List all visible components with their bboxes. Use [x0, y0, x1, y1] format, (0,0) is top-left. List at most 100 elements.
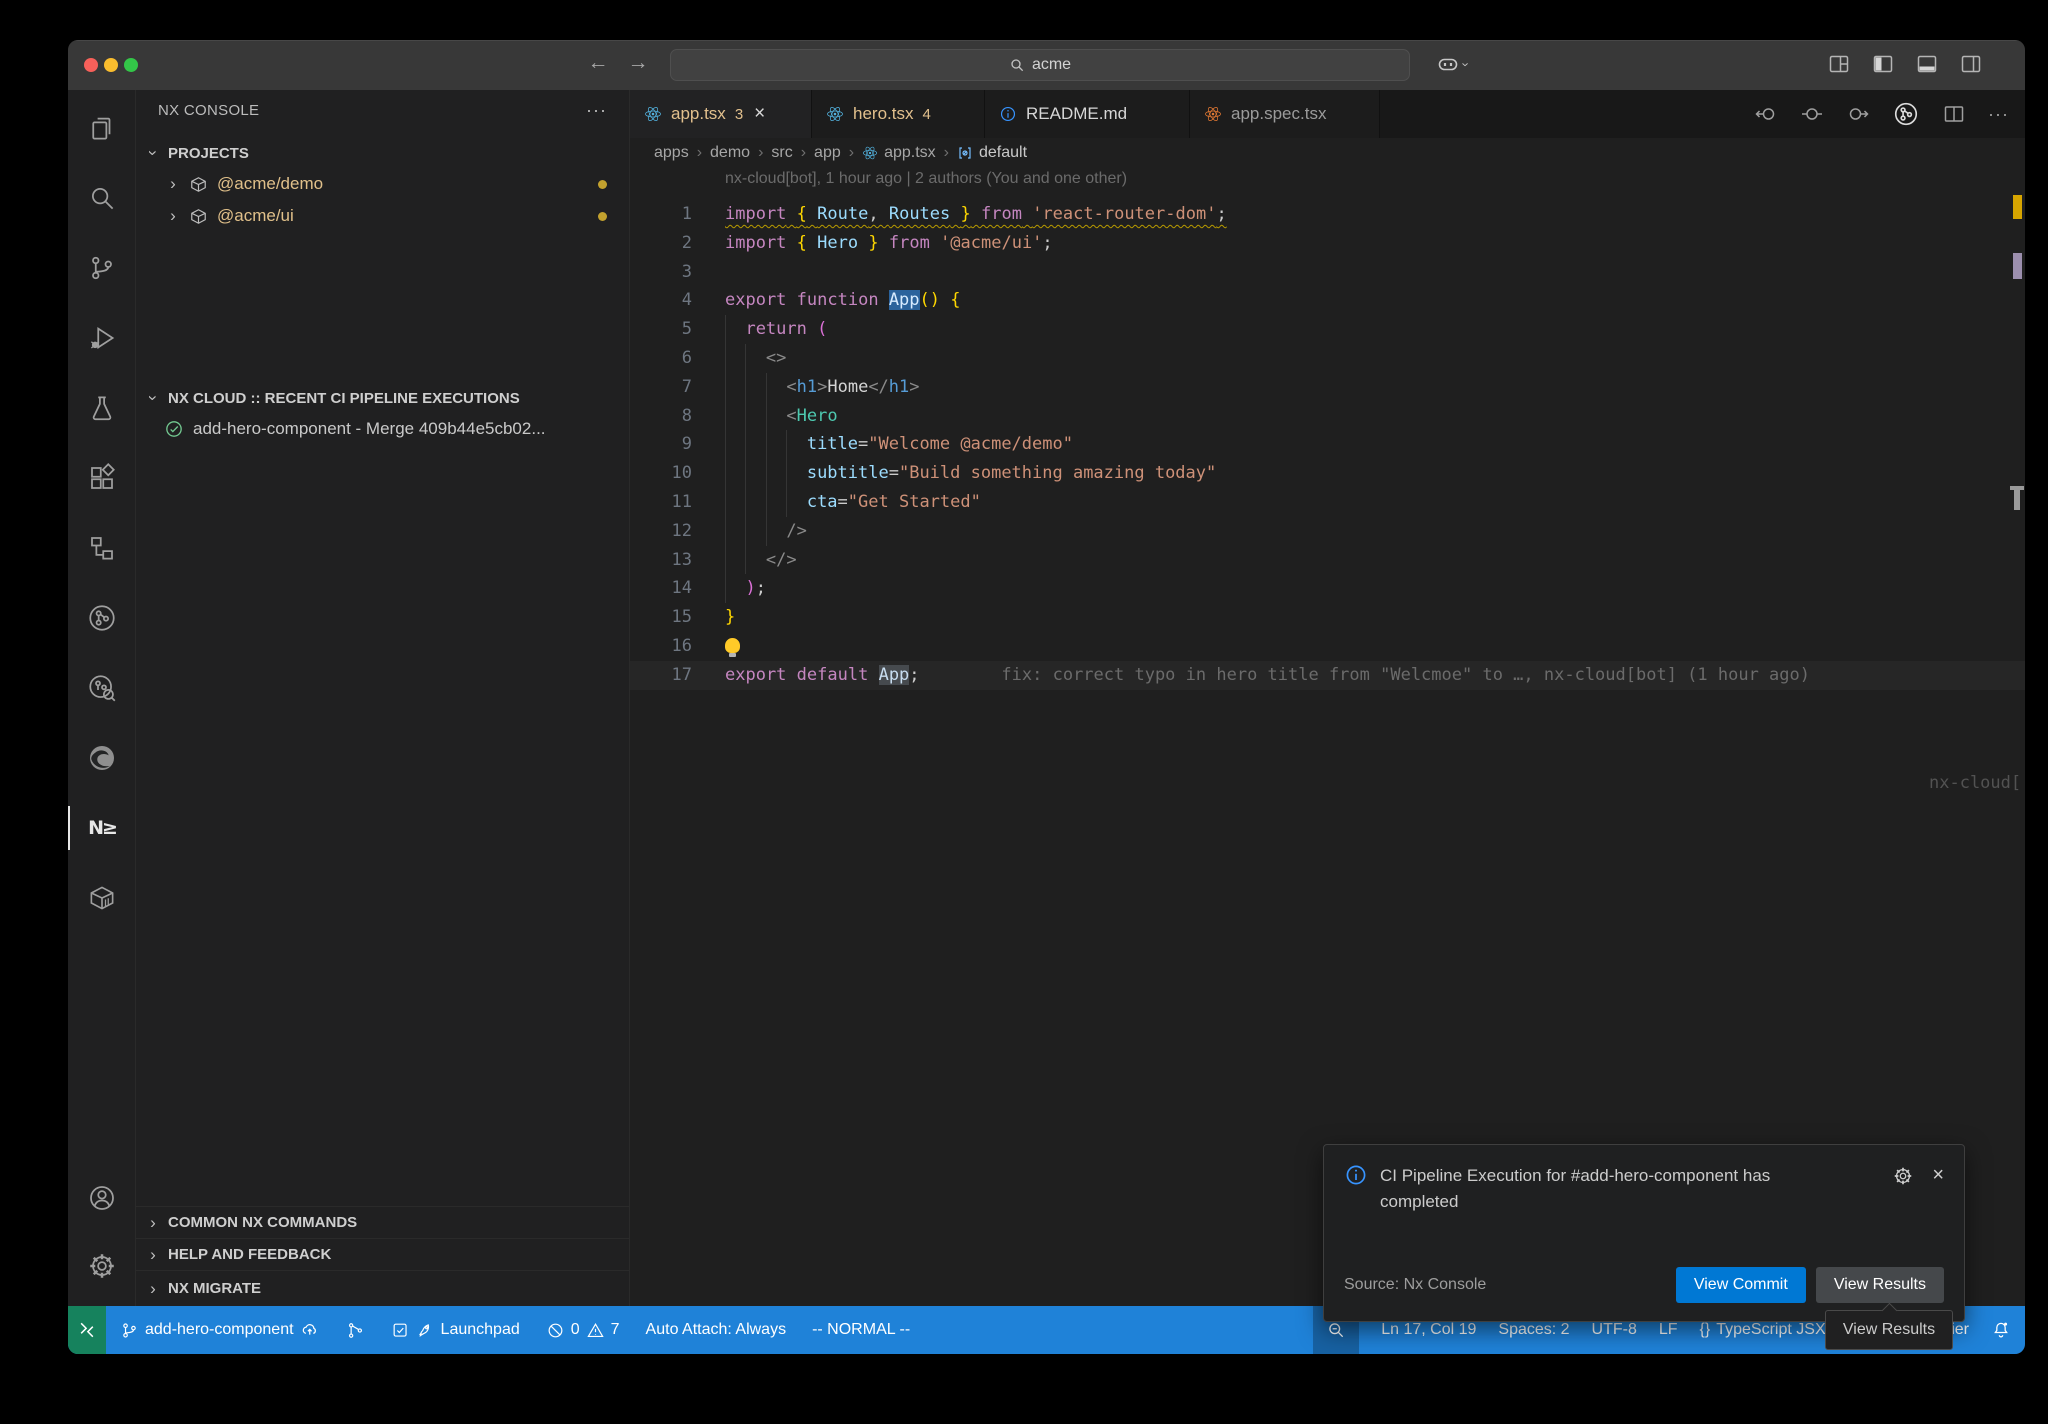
code-line-11[interactable]: 11cta="Get Started" [630, 488, 2025, 517]
breadcrumb-item[interactable]: apps [654, 144, 689, 162]
code-area[interactable]: 1import { Route, Routes } from 'react-ro… [630, 200, 2025, 1306]
breadcrumb-item[interactable]: src [771, 144, 792, 162]
search-view-icon[interactable] [68, 168, 136, 228]
task-check-icon [391, 1321, 410, 1340]
symbol-default-icon [957, 145, 973, 161]
encoding-item[interactable]: UTF-8 [1592, 1321, 1637, 1339]
tab-app-spec-tsx[interactable]: app.spec.tsx [1190, 90, 1380, 138]
code-line-12[interactable]: 12/> [630, 517, 2025, 546]
more-actions-icon[interactable]: ··· [1988, 104, 2009, 125]
accounts-icon[interactable] [68, 1168, 136, 1228]
notification-settings-gear-icon[interactable] [1892, 1165, 1914, 1187]
code-line-7[interactable]: 7<h1>Home</h1> [630, 373, 2025, 402]
run-debug-icon[interactable] [68, 308, 136, 368]
section-common-nx-commands[interactable]: › COMMON NX COMMANDS [136, 1206, 629, 1238]
more-actions-icon[interactable]: ··· [586, 100, 607, 121]
git-blame-annotation[interactable]: nx-cloud[bot], 1 hour ago | 2 authors (Y… [725, 170, 1127, 188]
vim-mode-item[interactable]: -- NORMAL -- [812, 1321, 910, 1339]
command-center-search[interactable]: acme [670, 49, 1410, 81]
code-line-1[interactable]: 1import { Route, Routes } from 'react-ro… [630, 200, 2025, 229]
indentation-item[interactable]: Spaces: 2 [1498, 1321, 1569, 1339]
code-line-14[interactable]: 14); [630, 574, 2025, 603]
line-number: 8 [630, 402, 692, 431]
toggle-secondary-sidebar-icon[interactable] [1957, 50, 1985, 78]
settings-gear-icon[interactable] [68, 1236, 136, 1296]
tab-hero-tsx[interactable]: hero.tsx 4 [812, 90, 985, 138]
code-line-3[interactable]: 3 [630, 258, 2025, 287]
code-line-2[interactable]: 2import { Hero } from '@acme/ui'; [630, 229, 2025, 258]
line-number: 4 [630, 286, 692, 315]
section-nx-migrate[interactable]: › NX MIGRATE [136, 1270, 629, 1306]
code-line-15[interactable]: 15} [630, 603, 2025, 632]
chevron-right-icon: › [166, 174, 180, 194]
nav-back-icon[interactable] [1754, 102, 1778, 126]
launchpad-item[interactable]: Launchpad [391, 1321, 520, 1340]
notifications-bell-item[interactable] [1991, 1320, 2011, 1340]
close-icon[interactable]: × [754, 103, 765, 125]
explorer-icon[interactable] [68, 98, 136, 158]
testing-icon[interactable] [68, 378, 136, 438]
nx-projects-icon[interactable] [68, 518, 136, 578]
line-number: 17 [630, 661, 692, 690]
close-icon[interactable]: × [1932, 1165, 1944, 1185]
nx-cloud-inspect-icon[interactable] [68, 658, 136, 718]
edge-browser-icon[interactable] [68, 728, 136, 788]
tab-app-tsx[interactable]: app.tsx 3 × [630, 90, 812, 138]
project-item-acme-demo[interactable]: › @acme/demo [136, 168, 629, 200]
auto-attach-item[interactable]: Auto Attach: Always [646, 1321, 787, 1339]
view-commit-button[interactable]: View Commit [1676, 1267, 1806, 1303]
extensions-icon[interactable] [68, 448, 136, 508]
language-mode-item[interactable]: {} TypeScript JSX [1700, 1321, 1826, 1339]
tab-readme-md[interactable]: README.md [985, 90, 1190, 138]
customize-layout-icon[interactable] [1825, 50, 1853, 78]
code-line-6[interactable]: 6<> [630, 344, 2025, 373]
history-forward-button[interactable]: → [624, 51, 652, 75]
eol-item[interactable]: LF [1659, 1321, 1678, 1339]
code-line-10[interactable]: 10subtitle="Build something amazing toda… [630, 459, 2025, 488]
toggle-primary-sidebar-icon[interactable] [1869, 50, 1897, 78]
code-line-4[interactable]: 4export function App() { [630, 286, 2025, 315]
code-line-9[interactable]: 9title="Welcome @acme/demo" [630, 430, 2025, 459]
lightbulb-icon[interactable] [725, 638, 740, 653]
split-editor-icon[interactable] [1942, 102, 1966, 126]
nx-cloud-ci-icon[interactable] [68, 588, 136, 648]
overview-ruler[interactable] [2009, 90, 2025, 1306]
source-control-icon[interactable] [68, 238, 136, 298]
pipeline-label: add-hero-component - Merge 409b44e5cb02.… [193, 419, 546, 439]
breadcrumb-item[interactable]: demo [710, 144, 750, 162]
code-line-13[interactable]: 13</> [630, 546, 2025, 575]
bell-icon [1991, 1320, 2011, 1340]
history-back-button[interactable]: ← [584, 51, 612, 75]
nx-cloud-run-icon[interactable] [1892, 100, 1920, 128]
git-graph-item[interactable] [346, 1321, 365, 1340]
breadcrumb-item[interactable]: default [979, 144, 1027, 162]
cursor-position-item[interactable]: Ln 17, Col 19 [1381, 1321, 1476, 1339]
pipeline-execution-item[interactable]: add-hero-component - Merge 409b44e5cb02.… [136, 413, 629, 445]
container-tools-icon[interactable] [68, 868, 136, 928]
nx-console-icon[interactable]: N≥ [68, 798, 136, 858]
code-line-8[interactable]: 8<Hero [630, 402, 2025, 431]
view-results-button[interactable]: View Results [1816, 1267, 1944, 1303]
problems-item[interactable]: 0 7 [546, 1321, 620, 1340]
close-window-button[interactable] [84, 58, 98, 72]
code-line-17[interactable]: 17export default App; fix: correct typo … [630, 661, 2025, 690]
code-line-5[interactable]: 5return ( [630, 315, 2025, 344]
remote-indicator[interactable] [68, 1306, 106, 1354]
nav-point-icon[interactable] [1800, 102, 1824, 126]
info-icon [999, 105, 1017, 123]
code-line-16[interactable]: 16 [630, 632, 2025, 661]
breadcrumb-item[interactable]: app [814, 144, 841, 162]
breadcrumb-item[interactable]: app.tsx [884, 144, 936, 162]
projects-section-header[interactable]: › PROJECTS [136, 138, 629, 168]
nav-forward-icon[interactable] [1846, 102, 1870, 126]
git-branch-item[interactable]: add-hero-component [120, 1320, 320, 1340]
zoom-window-button[interactable] [124, 58, 138, 72]
nx-cloud-section-header[interactable]: › NX CLOUD :: RECENT CI PIPELINE EXECUTI… [136, 383, 629, 413]
search-icon [1009, 57, 1025, 73]
section-help-and-feedback[interactable]: › HELP AND FEEDBACK [136, 1238, 629, 1270]
minimize-window-button[interactable] [104, 58, 118, 72]
toggle-panel-icon[interactable] [1913, 50, 1941, 78]
copilot-menu-button[interactable]: › [1436, 52, 1468, 76]
project-item-acme-ui[interactable]: › @acme/ui [136, 200, 629, 232]
indent-guide [766, 373, 767, 402]
